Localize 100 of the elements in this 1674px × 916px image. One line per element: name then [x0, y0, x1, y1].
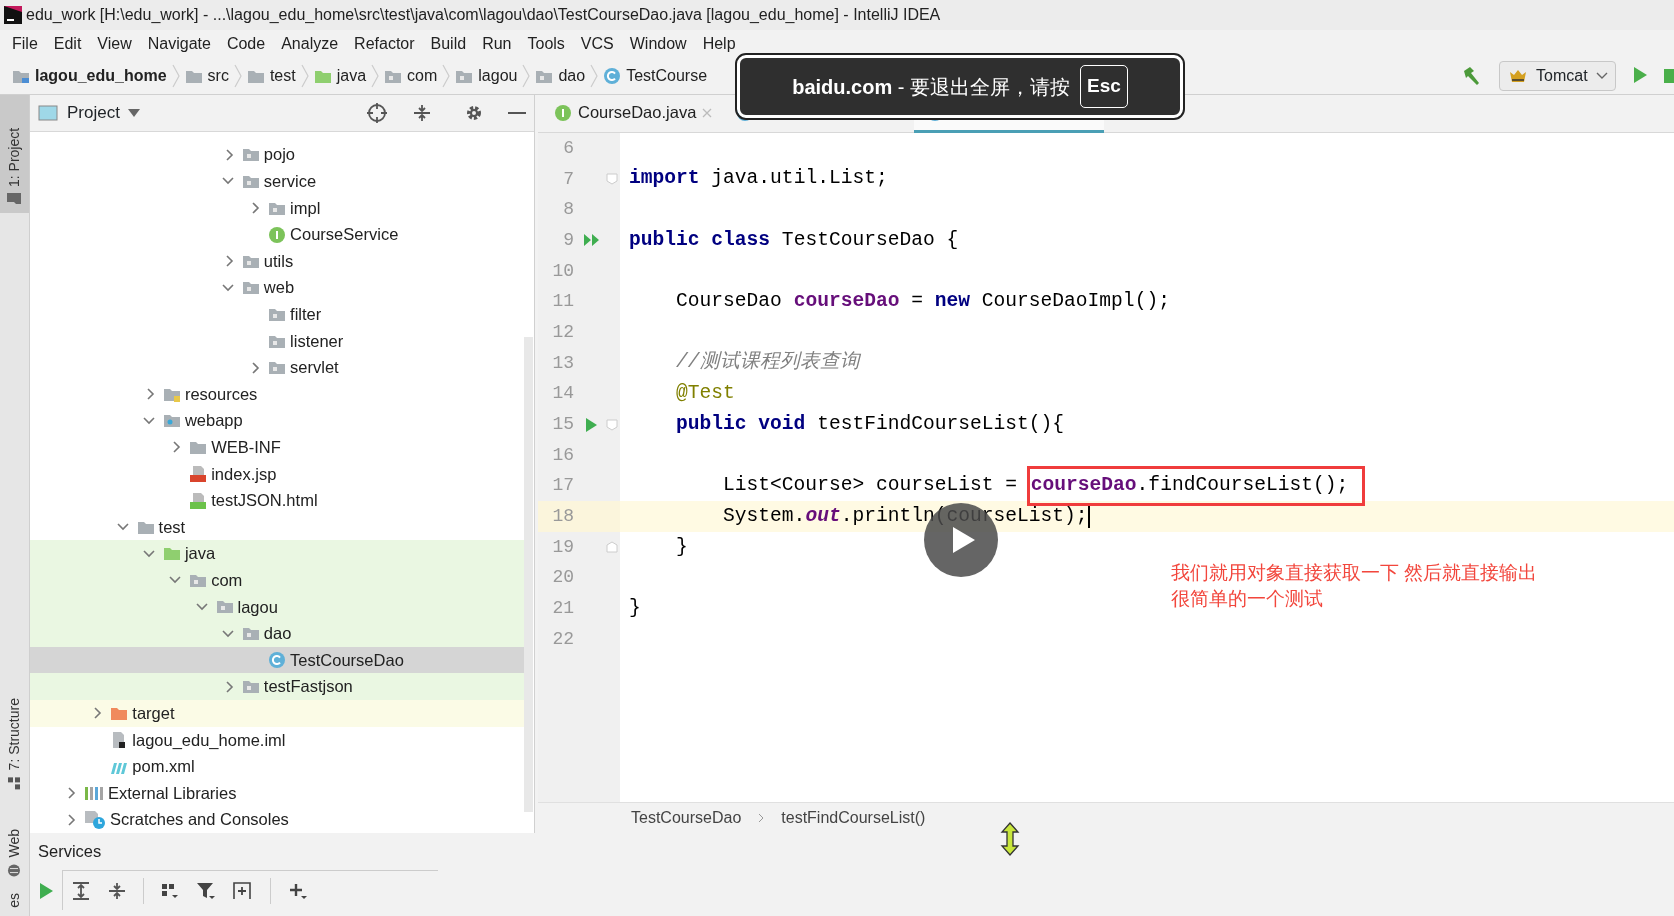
package-icon: [241, 173, 260, 189]
globe-icon: [7, 863, 22, 878]
package-icon: [241, 280, 260, 296]
breadcrumb-item[interactable]: test: [242, 64, 300, 88]
menu-item[interactable]: View: [89, 30, 140, 58]
caret-icon: [1595, 72, 1608, 80]
menu-item[interactable]: Refactor: [346, 30, 423, 58]
tree-label: test: [158, 516, 186, 538]
breadcrumb-item[interactable]: testFindCourseList(): [780, 805, 927, 831]
menu-item[interactable]: Edit: [45, 30, 90, 58]
tree-label: testJSON.html: [211, 490, 318, 512]
html-file-icon: [189, 491, 208, 510]
filter-icon[interactable]: [196, 880, 216, 901]
breadcrumb-separator-icon: [370, 63, 381, 89]
tree-row[interactable]: java: [30, 540, 524, 568]
panel-title: Services: [38, 841, 102, 863]
class-icon: [603, 67, 622, 85]
jsp-file-icon: [189, 465, 208, 483]
line-number: 17: [551, 474, 574, 498]
test-folder-icon: [313, 68, 332, 84]
menu-item[interactable]: Navigate: [139, 30, 219, 58]
tree-label: TestCourseDao: [290, 649, 404, 671]
collapse-all-icon[interactable]: [412, 102, 432, 123]
collapse-all-icon[interactable]: [107, 880, 127, 901]
run-configuration-dropdown[interactable]: Tomcat: [1499, 61, 1616, 91]
tree-label: com: [211, 570, 243, 591]
web-folder-icon: [162, 413, 181, 429]
line-number: 13: [551, 351, 574, 375]
view-selector[interactable]: Project: [66, 99, 141, 127]
app-logo-icon: [4, 6, 22, 24]
breadcrumb-item[interactable]: src: [180, 64, 233, 88]
package-icon: [241, 147, 260, 163]
run-icon[interactable]: [38, 881, 54, 900]
highlight-box: courseDao.findCourseList();: [1026, 466, 1366, 506]
expand-all-icon[interactable]: [71, 880, 91, 901]
tree-label: resources: [184, 383, 258, 405]
interface-icon: [268, 225, 287, 244]
folder-icon: [184, 68, 203, 84]
breadcrumb-item[interactable]: java: [309, 64, 371, 88]
line-number: 18: [551, 505, 574, 529]
menu-item[interactable]: Analyze: [273, 30, 347, 58]
tree-row[interactable]: TestCourseDao: [30, 646, 524, 674]
tool-window-tab[interactable]: 7: Structure: [0, 690, 29, 799]
new-window-icon[interactable]: [232, 880, 254, 901]
tool-window-tab[interactable]: Web: [0, 820, 29, 886]
code-text: @Test: [675, 381, 735, 407]
package-icon: [268, 306, 287, 322]
tool-window-tab[interactable]: 1: Project: [0, 95, 29, 213]
notice-text: baidu.com - 要退出全屏，请按: [792, 74, 1070, 100]
tool-window-tab[interactable]: es: [0, 885, 29, 916]
code-text: import java.util.List;: [629, 166, 888, 192]
locate-icon[interactable]: [366, 101, 388, 124]
menu-item[interactable]: File: [4, 30, 46, 58]
breadcrumb-item[interactable]: lagou_edu_home: [8, 64, 171, 88]
breadcrumb-separator-icon: [232, 63, 243, 89]
tree-label: pom.xml: [132, 756, 195, 778]
tree-label: web: [263, 277, 295, 299]
tree-label: listener: [290, 330, 344, 352]
fold-marker-icon[interactable]: [606, 541, 618, 554]
breadcrumb-item[interactable]: lagou: [451, 64, 522, 88]
breadcrumb-item[interactable]: TestCourse: [599, 64, 712, 88]
tree-label: External Libraries: [108, 782, 237, 804]
scratch-icon: [84, 809, 106, 830]
menu-item[interactable]: Build: [422, 30, 475, 58]
fold-marker-icon[interactable]: [606, 173, 618, 186]
tree-row[interactable]: dao: [30, 620, 524, 647]
caret-icon: [127, 108, 140, 117]
breadcrumb-separator-icon: [299, 63, 310, 89]
menu-item[interactable]: Run: [474, 30, 520, 58]
line-number: 9: [562, 228, 574, 252]
run-icon[interactable]: [1632, 66, 1648, 84]
tree-row[interactable]: com: [30, 567, 524, 594]
fold-marker-icon[interactable]: [606, 418, 618, 431]
tree-label: target: [132, 702, 175, 724]
code-text: List<Course> courseList =: [722, 473, 1019, 499]
folder-icon: [110, 705, 129, 721]
editor-tab[interactable]: CourseDao.java: [542, 95, 725, 133]
package-icon: [455, 68, 474, 84]
menu-item[interactable]: VCS: [572, 30, 622, 58]
project-view-icon: [38, 104, 58, 121]
code-text: //测试课程列表查询: [675, 350, 860, 376]
tree-label: CourseService: [290, 224, 399, 246]
tree-row[interactable]: lagou: [30, 593, 524, 621]
tree-row[interactable]: target: [30, 700, 524, 727]
menu-item[interactable]: Code: [218, 30, 274, 58]
breadcrumb-item[interactable]: com: [380, 64, 442, 88]
interface-icon: [554, 103, 572, 122]
menu-item[interactable]: Help: [694, 30, 744, 58]
tree-label: index.jsp: [211, 463, 277, 485]
tree-label: dao: [263, 623, 292, 645]
menu-item[interactable]: Window: [621, 30, 695, 58]
tree-row[interactable]: testFastjson: [30, 673, 524, 701]
line-number: 21: [551, 597, 574, 621]
breadcrumb-item[interactable]: dao: [531, 64, 590, 88]
breadcrumb-item[interactable]: TestCourseDao: [630, 805, 743, 831]
line-number: 14: [551, 382, 574, 406]
package-icon: [241, 253, 260, 269]
class-icon: [268, 651, 287, 670]
package-icon: [241, 679, 260, 695]
menu-item[interactable]: Tools: [519, 30, 573, 58]
